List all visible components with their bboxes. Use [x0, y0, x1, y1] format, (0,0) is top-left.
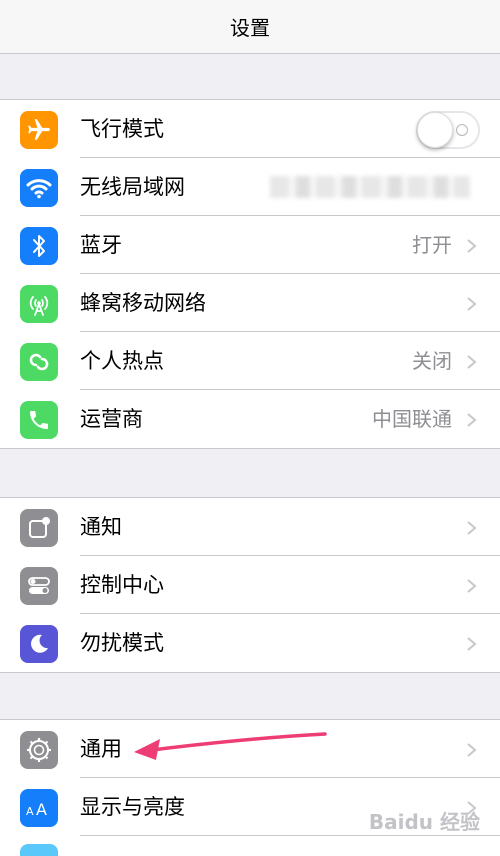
- hotspot-icon: [20, 343, 58, 381]
- settings-group-connectivity: 飞行模式 无线局域网 蓝牙 打开 蜂窝移动网络 个人热点 关闭 运营商 中国联通: [0, 99, 500, 449]
- settings-row-label: 运营商: [80, 407, 143, 431]
- wifi-icon: [20, 169, 58, 207]
- chevron-right-icon: [467, 297, 477, 311]
- settings-group-system: 通知 控制中心 勿扰模式: [0, 497, 500, 673]
- bluetooth-status-value: 打开: [412, 233, 452, 257]
- chevron-right-icon: [467, 413, 477, 427]
- settings-row-personal-hotspot[interactable]: 个人热点 关闭: [0, 332, 500, 390]
- hotspot-status-value: 关闭: [412, 349, 452, 373]
- airplane-mode-toggle[interactable]: [416, 111, 480, 149]
- notifications-icon: [20, 509, 58, 547]
- display-brightness-icon: A A: [20, 789, 58, 827]
- settings-row-do-not-disturb[interactable]: 勿扰模式: [0, 614, 500, 672]
- gear-icon: [20, 731, 58, 769]
- airplane-icon: [20, 111, 58, 149]
- partial-icon: [20, 844, 58, 856]
- watermark-logo: Baidu 经验: [368, 810, 480, 834]
- navigation-bar: 设置: [0, 0, 500, 54]
- settings-row-bluetooth[interactable]: 蓝牙 打开: [0, 216, 500, 274]
- toggle-off-indicator: [456, 124, 468, 136]
- moon-icon: [20, 625, 58, 663]
- settings-row-carrier[interactable]: 运营商 中国联通: [0, 390, 500, 448]
- settings-row-label: 通用: [80, 737, 122, 761]
- chevron-right-icon: [467, 743, 477, 757]
- chevron-right-icon: [467, 579, 477, 593]
- chevron-right-icon: [467, 637, 477, 651]
- svg-text:A: A: [26, 805, 34, 818]
- settings-row-label: 勿扰模式: [80, 631, 164, 655]
- settings-row-label: 飞行模式: [80, 117, 164, 141]
- chevron-right-icon: [467, 355, 477, 369]
- svg-text:A: A: [36, 800, 47, 818]
- settings-row-wifi[interactable]: 无线局域网: [0, 158, 500, 216]
- control-center-icon: [20, 567, 58, 605]
- bluetooth-icon: [20, 227, 58, 265]
- settings-row-label: 通知: [80, 515, 122, 539]
- phone-icon: [20, 401, 58, 439]
- annotation-arrow: [134, 732, 327, 760]
- page-title: 设置: [230, 16, 270, 40]
- chevron-right-icon: [467, 239, 477, 253]
- settings-row-label: 个人热点: [80, 349, 164, 373]
- settings-row-label: 显示与亮度: [80, 795, 185, 819]
- settings-row-cellular[interactable]: 蜂窝移动网络: [0, 274, 500, 332]
- carrier-value: 中国联通: [372, 407, 452, 431]
- chevron-right-icon: [467, 521, 477, 535]
- settings-row-label: 控制中心: [80, 573, 164, 597]
- settings-row-partial[interactable]: [0, 836, 500, 856]
- settings-row-control-center[interactable]: 控制中心: [0, 556, 500, 614]
- settings-row-label: 无线局域网: [80, 175, 185, 199]
- settings-row-airplane-mode[interactable]: 飞行模式: [0, 100, 500, 158]
- cellular-icon: [20, 285, 58, 323]
- settings-row-label: 蜂窝移动网络: [80, 291, 206, 315]
- settings-row-notifications[interactable]: 通知: [0, 498, 500, 556]
- toggle-knob: [417, 112, 453, 148]
- settings-row-label: 蓝牙: [80, 233, 122, 257]
- wifi-network-name-blurred: [270, 176, 470, 198]
